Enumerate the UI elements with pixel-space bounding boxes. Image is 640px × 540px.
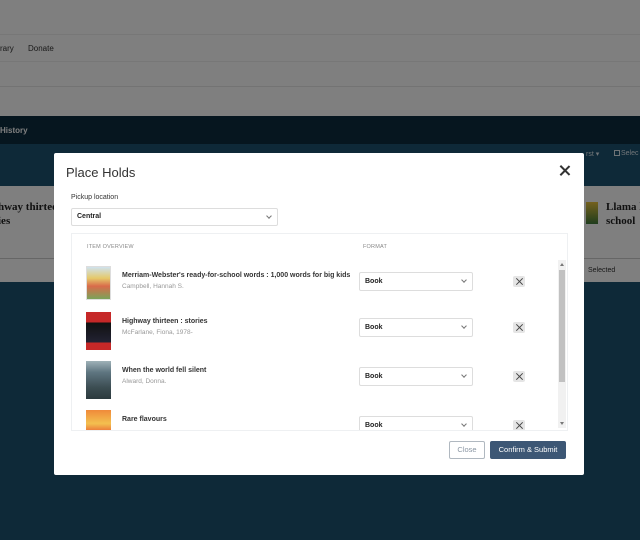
place-holds-dialog: Place Holds Pickup location Central ITEM… — [54, 153, 584, 475]
scroll-down-icon[interactable] — [560, 422, 564, 425]
item-author: Campbell, Hannah S. — [122, 283, 184, 290]
format-value: Book — [365, 422, 383, 429]
item-title: Merriam-Webster's ready-for-school words… — [122, 272, 351, 279]
remove-item-button[interactable] — [513, 276, 525, 287]
remove-item-button[interactable] — [513, 371, 525, 382]
close-button[interactable]: Close — [449, 441, 485, 459]
list-item: When the world fell silent Alward, Donna… — [72, 359, 552, 405]
format-value: Book — [365, 278, 383, 285]
scroll-up-icon[interactable] — [560, 263, 564, 266]
list-item: Rare flavours Book — [72, 408, 552, 430]
format-select[interactable]: Book — [359, 416, 473, 430]
pickup-location-value: Central — [77, 213, 102, 220]
chevron-down-icon — [461, 421, 467, 427]
chevron-down-icon — [461, 372, 467, 378]
remove-item-button[interactable] — [513, 322, 525, 333]
chevron-down-icon — [461, 323, 467, 329]
book-cover — [86, 312, 111, 350]
item-author: McFarlane, Fiona, 1978- — [122, 329, 193, 336]
items-list: ITEM OVERVIEW FORMAT Merriam-Webster's r… — [71, 233, 568, 431]
pickup-location-select[interactable]: Central — [71, 208, 278, 226]
column-header-item-overview: ITEM OVERVIEW — [87, 244, 134, 250]
column-header-format: FORMAT — [363, 244, 388, 250]
book-cover — [86, 410, 111, 430]
list-item: Highway thirteen : stories McFarlane, Fi… — [72, 310, 552, 356]
item-title: Rare flavours — [122, 416, 167, 423]
format-value: Book — [365, 373, 383, 380]
book-cover — [86, 266, 111, 300]
items-scrollbar[interactable] — [558, 260, 566, 428]
chevron-down-icon — [461, 277, 467, 283]
item-author: Alward, Donna. — [122, 378, 167, 385]
scrollbar-thumb[interactable] — [559, 270, 565, 382]
item-title: Highway thirteen : stories — [122, 318, 208, 325]
format-select[interactable]: Book — [359, 272, 473, 291]
format-value: Book — [365, 324, 383, 331]
confirm-submit-button[interactable]: Confirm & Submit — [490, 441, 566, 459]
format-select[interactable]: Book — [359, 367, 473, 386]
close-icon[interactable] — [559, 165, 571, 177]
pickup-location-label: Pickup location — [71, 194, 119, 201]
item-title: When the world fell silent — [122, 367, 207, 374]
dialog-title: Place Holds — [66, 165, 136, 180]
list-item: Merriam-Webster's ready-for-school words… — [72, 264, 552, 310]
book-cover — [86, 361, 111, 399]
format-select[interactable]: Book — [359, 318, 473, 337]
chevron-down-icon — [266, 213, 272, 219]
remove-item-button[interactable] — [513, 420, 525, 430]
